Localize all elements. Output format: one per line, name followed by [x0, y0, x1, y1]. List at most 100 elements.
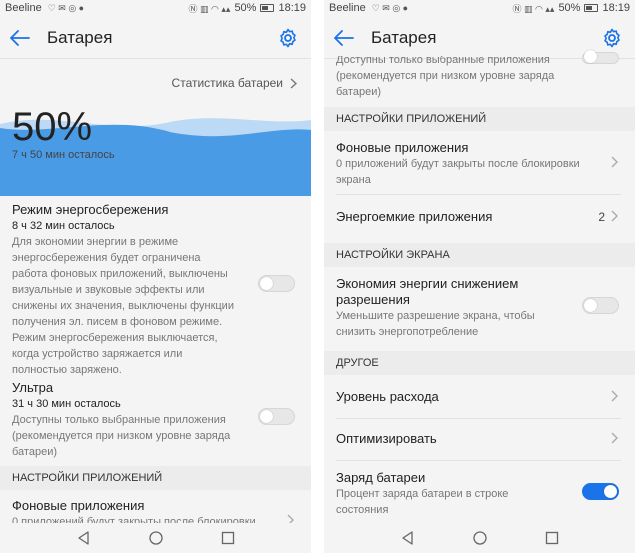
power-save-desc-6: Режим энергосбережения выключается, — [12, 332, 218, 344]
ultra-title: Ультра — [12, 380, 54, 395]
battery-charge-title: Заряд батареи — [336, 470, 426, 485]
battery-icon — [260, 4, 275, 12]
nav-home-icon[interactable] — [472, 531, 487, 545]
signal-icons: Ⓝ ▥ ◠ ▴▴ — [188, 3, 231, 14]
nav-back-icon[interactable] — [77, 531, 91, 545]
consumption-level[interactable]: Уровень расхода — [336, 389, 621, 405]
battery-stats-link[interactable]: Статистика батареи — [172, 76, 297, 90]
ultra-mode[interactable]: Ультра 31 ч 30 мин осталось Доступны тол… — [12, 380, 297, 460]
power-save-mode[interactable]: Режим энергосбережения 8 ч 32 мин остало… — [12, 202, 297, 378]
resolution-saving-title-0: Экономия энергии снижением — [336, 276, 519, 291]
ultra-toggle[interactable] — [582, 50, 619, 64]
power-save-desc-4: снижены их значения, выключены функции — [12, 300, 234, 312]
resolution-saving-desc-1: снизить энергопотребление — [336, 326, 479, 338]
row-divider — [336, 194, 621, 195]
back-arrow-icon[interactable] — [10, 28, 30, 48]
battery-percent-large: 50% — [12, 105, 93, 149]
toggle-knob — [584, 50, 597, 63]
power-save-title: Режим энергосбережения — [12, 202, 169, 217]
chevron-right-icon — [611, 156, 618, 168]
power-hungry-apps-count: 2 — [598, 210, 605, 224]
ultra-desc-1: (рекомендуется при низком уровне заряда — [12, 430, 231, 442]
carrier-label: Beeline — [5, 2, 42, 14]
carrier-label: Beeline — [329, 2, 366, 14]
toggle-knob — [604, 485, 617, 498]
battery-charge[interactable]: Заряд батареи Процент заряда батареи в с… — [336, 470, 621, 518]
background-apps-title: Фоновые приложения — [336, 140, 469, 155]
nav-home-icon[interactable] — [148, 531, 163, 545]
app-bar: Батарея — [0, 18, 311, 58]
section-other: ДРУГОЕ — [324, 351, 635, 375]
power-save-desc-2: работа фоновых приложений, выключены — [12, 268, 228, 280]
status-icons: ♡ ✉ ◎ ● — [47, 2, 85, 13]
battery-stats-label: Статистика батареи — [171, 76, 283, 90]
right-screen: Beeline ♡ ✉ ◎ ● Ⓝ ▥ ◠ ▴▴ 50% 18:19 Батар… — [324, 0, 635, 553]
row-divider — [336, 418, 621, 419]
clock: 18:19 — [602, 2, 630, 14]
appbar-divider — [0, 58, 311, 59]
toggle-knob — [260, 277, 273, 290]
power-save-time: 8 ч 32 мин осталось — [12, 220, 115, 232]
nav-bar — [0, 523, 311, 553]
power-save-desc-5: получения эл. писем в фоновом режиме. — [12, 316, 223, 328]
battery-percent: 50% — [234, 2, 257, 14]
background-apps[interactable]: Фоновые приложения 0 приложений будут за… — [336, 140, 621, 188]
battery-charge-desc-1: состояния — [336, 504, 389, 516]
chevron-right-icon — [290, 77, 297, 89]
ultra-desc-0: Доступны только выбранные приложения — [336, 56, 550, 66]
gear-icon[interactable] — [278, 28, 298, 48]
toggle-knob — [584, 299, 597, 312]
battery-remaining: 7 ч 50 мин осталось — [12, 149, 115, 161]
nav-recents-icon[interactable] — [545, 531, 559, 545]
battery-charge-desc-0: Процент заряда батареи в строке — [336, 488, 509, 500]
ultra-mode-partial[interactable]: Доступны только выбранные приложения (ре… — [336, 56, 621, 100]
optimize[interactable]: Оптимизировать — [336, 431, 621, 447]
gear-icon[interactable] — [602, 28, 622, 48]
resolution-saving-title-1: разрешения — [336, 292, 410, 307]
battery-percent: 50% — [558, 2, 581, 14]
status-bar: Beeline ♡ ✉ ◎ ● Ⓝ ▥ ◠ ▴▴ 50% 18:19 — [324, 0, 635, 16]
status-bar: Beeline ♡ ✉ ◎ ● Ⓝ ▥ ◠ ▴▴ 50% 18:19 — [0, 0, 311, 16]
back-arrow-icon[interactable] — [334, 28, 354, 48]
section-app-settings: НАСТРОЙКИ ПРИЛОЖЕНИЙ — [0, 466, 311, 490]
left-screen: Beeline ♡ ✉ ◎ ● Ⓝ ▥ ◠ ▴▴ 50% 18:19 Батар… — [0, 0, 311, 553]
status-icons: ♡ ✉ ◎ ● — [371, 2, 409, 13]
ultra-desc-2: батареи) — [336, 86, 381, 98]
screen-gap — [311, 0, 324, 553]
resolution-saving[interactable]: Экономия энергии снижением разрешения Ум… — [336, 276, 621, 340]
background-apps[interactable]: Фоновые приложения 0 приложений будут за… — [12, 498, 297, 524]
background-apps-desc-0: 0 приложений будут закрыты после блокиро… — [336, 158, 580, 170]
power-hungry-apps[interactable]: Энергоемкие приложения — [336, 209, 621, 225]
background-apps-title: Фоновые приложения — [12, 498, 145, 513]
page-title: Батарея — [47, 28, 113, 47]
consumption-level-title: Уровень расхода — [336, 389, 439, 404]
chevron-right-icon — [611, 432, 618, 444]
ultra-desc-1: (рекомендуется при низком уровне заряда — [336, 70, 555, 82]
power-save-desc-1: энергосбережения будет ограничена — [12, 252, 201, 264]
page-title: Батарея — [371, 28, 437, 47]
background-apps-desc-1: экрана — [336, 174, 371, 186]
ultra-toggle[interactable] — [258, 408, 295, 425]
row-divider — [336, 460, 621, 461]
optimize-title: Оптимизировать — [336, 431, 437, 446]
power-save-desc-8: полностью заряжено. — [12, 364, 122, 376]
power-save-desc-0: Для экономии энергии в режиме — [12, 236, 179, 248]
battery-charge-toggle[interactable] — [582, 483, 619, 500]
ultra-time: 31 ч 30 мин осталось — [12, 398, 121, 410]
power-save-toggle[interactable] — [258, 275, 295, 292]
clock: 18:19 — [278, 2, 306, 14]
ultra-desc-2: батареи) — [12, 446, 57, 458]
nav-back-icon[interactable] — [401, 531, 415, 545]
section-app-settings: НАСТРОЙКИ ПРИЛОЖЕНИЙ — [324, 107, 635, 131]
power-save-desc-7: когда устройство заряжается или — [12, 348, 183, 360]
power-hungry-apps-title: Энергоемкие приложения — [336, 209, 493, 224]
chevron-right-icon — [611, 390, 618, 402]
resolution-saving-desc-0: Уменьшите разрешение экрана, чтобы — [336, 310, 535, 322]
nav-bar — [324, 523, 635, 553]
nav-recents-icon[interactable] — [221, 531, 235, 545]
battery-icon — [584, 4, 599, 12]
ultra-desc-0: Доступны только выбранные приложения — [12, 414, 226, 426]
toggle-knob — [260, 410, 273, 423]
power-save-desc-3: визуальные и звуковые эффекты или — [12, 284, 205, 296]
resolution-saving-toggle[interactable] — [582, 297, 619, 314]
